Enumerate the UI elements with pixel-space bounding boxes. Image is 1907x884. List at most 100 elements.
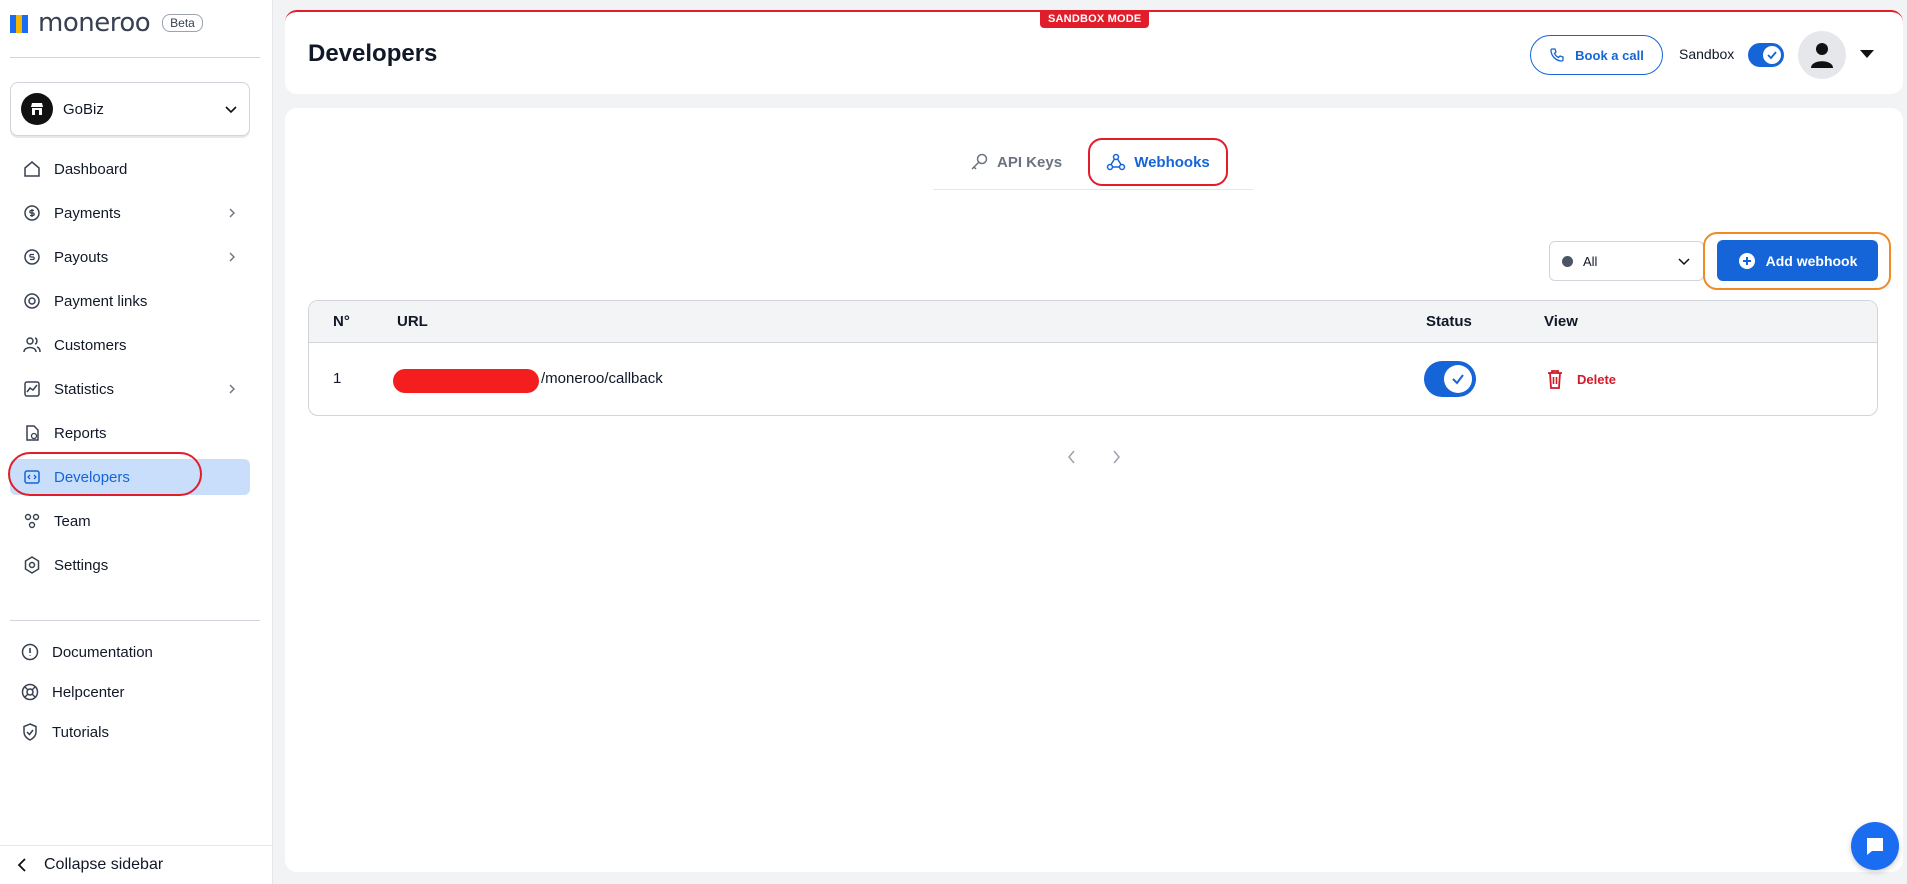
status-dot-icon <box>1562 255 1573 267</box>
sidebar-item-payments[interactable]: Payments <box>10 195 250 231</box>
sidebar-item-label: Tutorials <box>52 723 109 741</box>
book-call-button[interactable]: Book a call <box>1530 35 1663 75</box>
sidebar-item-team[interactable]: Team <box>10 503 250 539</box>
sidebar-item-tutorials[interactable]: Tutorials <box>10 716 250 748</box>
sidebar-item-label: Team <box>54 512 91 530</box>
beta-badge: Beta <box>162 14 203 32</box>
chevron-left-icon <box>12 855 32 875</box>
user-avatar[interactable] <box>1798 31 1846 79</box>
chat-icon <box>1867 838 1883 855</box>
sidebar-item-label: Dashboard <box>54 160 128 178</box>
brand-name: moneroo <box>38 8 151 38</box>
sidebar-bottom-nav: Documentation Helpcenter Tutorials <box>10 636 250 756</box>
store-icon <box>21 93 53 125</box>
payouts-icon <box>22 247 42 267</box>
brand-logo[interactable]: moneroo Beta <box>10 8 203 38</box>
sidebar-item-label: Payouts <box>54 248 109 266</box>
column-header-url: URL <box>397 313 428 330</box>
sidebar-item-label: Helpcenter <box>52 683 125 701</box>
plus-circle-icon <box>1738 252 1755 269</box>
status-filter-value: All <box>1583 253 1598 269</box>
badge-check-icon <box>20 722 40 742</box>
page-title: Developers <box>308 40 438 67</box>
row-url: /moneroo/callback <box>541 370 663 387</box>
chat-support-button[interactable] <box>1851 822 1899 870</box>
chevron-down-icon <box>1678 258 1690 266</box>
home-icon <box>22 159 42 179</box>
column-header-status: Status <box>1426 313 1472 330</box>
tab-api-keys-label: API Keys <box>997 153 1063 171</box>
next-page-icon[interactable] <box>1107 448 1125 466</box>
sidebar-item-label: Settings <box>54 556 109 574</box>
sidebar-item-developers[interactable]: Developers <box>8 452 250 496</box>
sidebar-divider <box>10 57 260 58</box>
sidebar-item-reports[interactable]: Reports <box>10 415 250 451</box>
sidebar-item-dashboard[interactable]: Dashboard <box>10 151 250 187</box>
sidebar-item-payouts[interactable]: Payouts <box>10 239 250 275</box>
status-filter-select[interactable]: All <box>1549 241 1704 281</box>
top-header: SANDBOX MODE Developers Book a call Sand… <box>285 10 1903 94</box>
team-icon <box>22 511 42 531</box>
sidebar-nav: Dashboard Payments Payouts Payment links Cus… <box>8 151 250 591</box>
column-header-view: View <box>1544 313 1578 330</box>
sidebar: moneroo Beta GoBiz Dashboard Payments Payo… <box>0 0 273 884</box>
phone-icon <box>1550 48 1564 62</box>
check-icon <box>1763 46 1781 64</box>
developer-tabs: API Keys Webhooks <box>933 138 1253 190</box>
sandbox-mode-badge: SANDBOX MODE <box>1040 10 1150 28</box>
sidebar-item-helpcenter[interactable]: Helpcenter <box>10 676 250 708</box>
row-number: 1 <box>333 370 342 387</box>
lifebuoy-icon <box>20 682 40 702</box>
previous-page-icon[interactable] <box>1063 448 1081 466</box>
app-root: moneroo Beta GoBiz Dashboard Payments Payo… <box>0 0 1907 884</box>
table-header: N° URL Status View <box>309 301 1877 343</box>
collapse-sidebar-button[interactable]: Collapse sidebar <box>0 845 273 884</box>
chevron-right-icon <box>229 208 235 218</box>
book-call-label: Book a call <box>1575 47 1644 63</box>
info-icon <box>20 642 40 662</box>
sidebar-item-payment-links[interactable]: Payment links <box>10 283 250 319</box>
add-webhook-button[interactable]: Add webhook <box>1717 240 1878 281</box>
sidebar-item-label: Reports <box>54 424 107 442</box>
report-icon <box>22 423 42 443</box>
sidebar-item-customers[interactable]: Customers <box>10 327 250 363</box>
user-menu-caret-icon[interactable] <box>1860 50 1874 58</box>
sidebar-item-label: Customers <box>54 336 127 354</box>
webhook-icon <box>1106 153 1126 171</box>
tab-webhooks-label: Webhooks <box>1134 153 1210 171</box>
check-icon <box>1444 365 1472 393</box>
tab-webhooks[interactable]: Webhooks <box>1088 138 1228 186</box>
sidebar-item-documentation[interactable]: Documentation <box>10 636 250 668</box>
main-content: API Keys Webhooks All Add webhook N° URL… <box>285 108 1903 872</box>
key-icon <box>971 153 988 170</box>
sandbox-toggle[interactable] <box>1748 43 1784 67</box>
chevron-right-icon <box>229 252 235 262</box>
sidebar-item-settings[interactable]: Settings <box>10 547 250 583</box>
chevron-right-icon <box>229 384 235 394</box>
sidebar-divider <box>10 620 260 621</box>
organization-selector[interactable]: GoBiz <box>10 82 250 136</box>
sidebar-item-label: Documentation <box>52 643 153 661</box>
users-icon <box>22 335 42 355</box>
sidebar-item-statistics[interactable]: Statistics <box>10 371 250 407</box>
trash-icon <box>1548 370 1562 389</box>
add-webhook-label: Add webhook <box>1765 252 1858 269</box>
sandbox-label: Sandbox <box>1679 46 1735 62</box>
delete-webhook-button[interactable]: Delete <box>1545 368 1616 390</box>
moneroo-logo-icon <box>10 13 30 33</box>
sidebar-item-label: Payment links <box>54 292 148 310</box>
organization-name: GoBiz <box>63 100 104 118</box>
chevron-down-icon <box>225 106 237 114</box>
settings-icon <box>22 555 42 575</box>
tab-api-keys[interactable]: API Keys <box>969 138 1062 186</box>
webhook-status-toggle[interactable] <box>1424 361 1476 397</box>
link-icon <box>22 291 42 311</box>
user-icon <box>1811 43 1833 68</box>
sidebar-item-label: Statistics <box>54 380 115 398</box>
redacted-url-part <box>393 369 539 393</box>
collapse-sidebar-label: Collapse sidebar <box>44 856 164 873</box>
sidebar-item-label: Payments <box>54 204 121 222</box>
pagination <box>1063 448 1125 466</box>
active-item-highlight <box>8 452 202 496</box>
table-row: 1 /moneroo/callback Delete <box>309 343 1877 415</box>
